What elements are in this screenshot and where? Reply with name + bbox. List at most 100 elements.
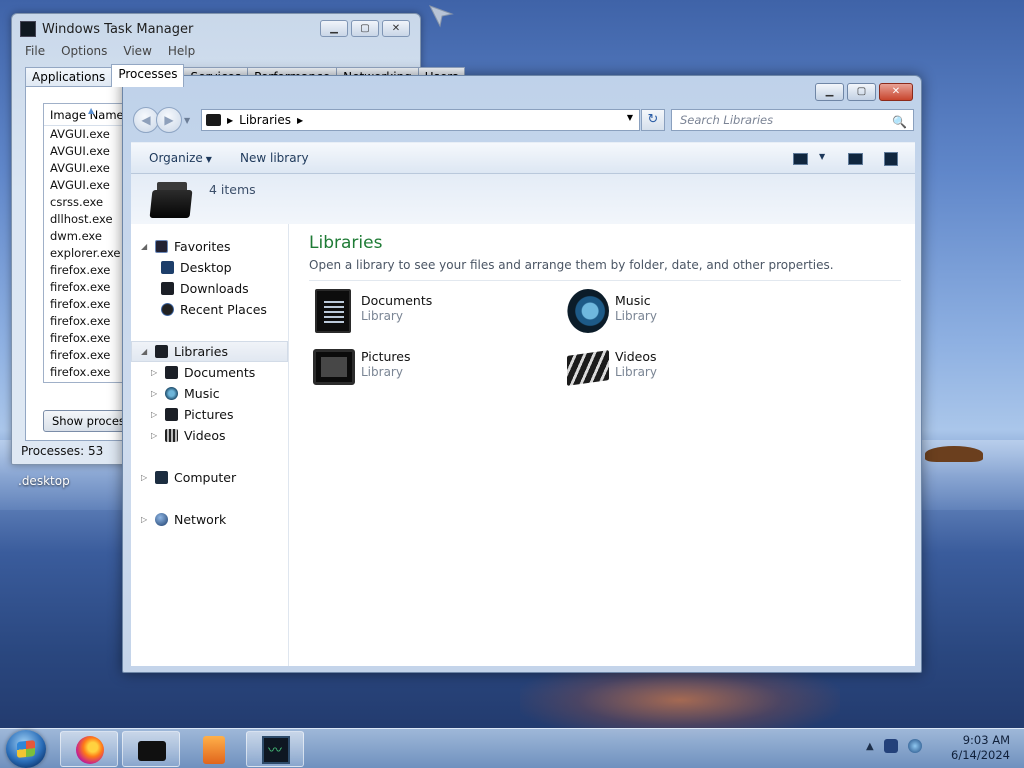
expanded-icon[interactable]: ◢	[141, 242, 149, 251]
taskbar-task-manager[interactable]	[246, 731, 304, 767]
minimize-button[interactable]: ▁	[320, 20, 348, 37]
nav-music[interactable]: ▷ Music	[151, 383, 220, 403]
library-tile-videos[interactable]: Videos Library	[563, 345, 803, 397]
process-count-status: Processes: 53	[21, 444, 104, 458]
collapsed-icon[interactable]: ▷	[141, 473, 149, 482]
library-tile-documents[interactable]: Documents Library	[309, 289, 549, 341]
nav-desktop-label: Desktop	[180, 259, 232, 275]
task-manager-icon	[262, 736, 290, 764]
breadcrumb-libraries[interactable]: Libraries	[239, 113, 291, 127]
clock-date: 6/14/2024	[951, 748, 1010, 762]
search-icon[interactable]: 🔍	[892, 112, 907, 132]
organize-button[interactable]: Organize ▼	[149, 151, 212, 165]
preview-pane-icon[interactable]	[848, 153, 863, 165]
organize-label: Organize	[149, 151, 203, 165]
desktop-icon	[161, 260, 174, 274]
address-bar[interactable]: ▶ Libraries ▶ ▼	[201, 109, 640, 131]
libraries-icon	[155, 344, 168, 358]
libraries-icon	[138, 741, 166, 761]
refresh-button[interactable]: ↻	[641, 109, 665, 131]
menu-view[interactable]: View	[123, 44, 151, 58]
action-center-shield-icon[interactable]	[883, 739, 898, 753]
libraries-icon	[206, 114, 221, 126]
cursor-arrow-icon	[428, 5, 454, 28]
task-manager-controls: ▁ ▢ ✕	[320, 20, 410, 37]
search-placeholder: Search Libraries	[680, 113, 774, 127]
nav-computer-label: Computer	[174, 469, 237, 485]
maximize-button[interactable]: ▢	[847, 83, 876, 101]
menu-options[interactable]: Options	[61, 44, 107, 58]
task-manager-titlebar[interactable]: Windows Task Manager	[20, 20, 193, 38]
nav-recent-places[interactable]: Recent Places	[161, 299, 267, 319]
taskbar-media-player[interactable]	[184, 731, 242, 767]
clock-time: 9:03 AM	[962, 733, 1010, 747]
search-input[interactable]: Search Libraries 🔍	[671, 109, 914, 131]
maximize-button[interactable]: ▢	[351, 20, 379, 37]
page-subtitle: Open a library to see your files and arr…	[309, 258, 834, 272]
show-hidden-icons-arrow[interactable]: ▲	[866, 741, 874, 752]
clock[interactable]: 9:03 AM 6/14/2024	[930, 733, 1010, 763]
nav-favorites[interactable]: ◢ Favorites	[141, 236, 230, 256]
collapsed-icon[interactable]: ▷	[151, 431, 159, 440]
collapsed-icon[interactable]: ▷	[151, 389, 159, 398]
nav-libraries-label: Libraries	[174, 343, 228, 359]
library-name: Music	[615, 293, 651, 308]
system-tray: ▲	[866, 739, 922, 753]
minimize-button[interactable]: ▁	[815, 83, 844, 101]
documents-icon	[165, 365, 178, 379]
details-header: 4 items	[131, 174, 915, 224]
nav-desktop[interactable]: Desktop	[161, 257, 232, 277]
close-button[interactable]: ✕	[879, 83, 913, 101]
task-manager-title: Windows Task Manager	[42, 21, 194, 37]
forward-button[interactable]: ▶	[156, 107, 182, 133]
taskbar-explorer[interactable]	[122, 731, 180, 767]
divider	[309, 280, 901, 281]
expanded-icon[interactable]: ◢	[141, 347, 149, 356]
recent-pages-dropdown-icon[interactable]: ▼	[184, 116, 190, 125]
nav-libraries[interactable]: ◢ Libraries	[141, 341, 228, 361]
chevron-down-icon: ▼	[205, 155, 212, 164]
collapsed-icon[interactable]: ▷	[151, 410, 159, 419]
tab-applications[interactable]: Applications	[25, 67, 113, 87]
address-dropdown-icon[interactable]: ▼	[627, 113, 633, 122]
task-manager-menubar: File Options View Help	[25, 44, 195, 58]
collapsed-icon[interactable]: ▷	[141, 515, 149, 524]
taskbar-firefox[interactable]	[60, 731, 118, 767]
tab-processes[interactable]: Processes	[111, 64, 185, 87]
close-button[interactable]: ✕	[382, 20, 410, 37]
nav-network-label: Network	[174, 511, 227, 527]
sort-ascending-icon: ▲	[88, 106, 95, 115]
nav-pictures[interactable]: ▷ Pictures	[151, 404, 234, 424]
nav-music-label: Music	[184, 385, 220, 401]
rocks	[925, 446, 983, 462]
nav-network[interactable]: ▷ Network	[141, 509, 226, 529]
nav-pictures-label: Pictures	[184, 406, 234, 422]
navigation-buttons: ◀ ▶ ▼	[133, 107, 190, 133]
view-options-dropdown-icon[interactable]: ▼	[819, 152, 825, 161]
desktop-label[interactable]: .desktop	[18, 474, 70, 488]
nav-documents[interactable]: ▷ Documents	[151, 362, 255, 382]
menu-file[interactable]: File	[25, 44, 45, 58]
pictures-icon	[165, 407, 178, 421]
library-tile-pictures[interactable]: Pictures Library	[309, 345, 549, 397]
nav-downloads[interactable]: Downloads	[161, 278, 249, 298]
nav-videos[interactable]: ▷ Videos	[151, 425, 226, 445]
documents-library-icon	[315, 289, 351, 333]
start-button[interactable]	[6, 730, 46, 768]
network-icon	[155, 512, 168, 526]
breadcrumb-chevron-icon[interactable]: ▶	[227, 116, 233, 125]
network-status-icon[interactable]	[907, 739, 922, 753]
explorer-window: ▁ ▢ ✕ ◀ ▶ ▼ ▶ Libraries ▶ ▼ ↻ Search Lib…	[122, 75, 922, 673]
library-name: Pictures	[361, 349, 411, 364]
help-icon[interactable]	[884, 152, 898, 166]
new-library-button[interactable]: New library	[240, 151, 309, 165]
windows-logo-icon	[17, 740, 35, 758]
command-bar: Organize ▼ New library ▼	[131, 142, 915, 174]
nav-computer[interactable]: ▷ Computer	[141, 467, 236, 487]
breadcrumb-chevron-icon[interactable]: ▶	[297, 116, 303, 125]
collapsed-icon[interactable]: ▷	[151, 368, 159, 377]
change-view-icon[interactable]	[793, 153, 808, 165]
navigation-pane: ◢ Favorites Desktop Downloads Recent Pla…	[131, 224, 289, 666]
menu-help[interactable]: Help	[168, 44, 195, 58]
library-tile-music[interactable]: Music Library	[563, 289, 803, 341]
